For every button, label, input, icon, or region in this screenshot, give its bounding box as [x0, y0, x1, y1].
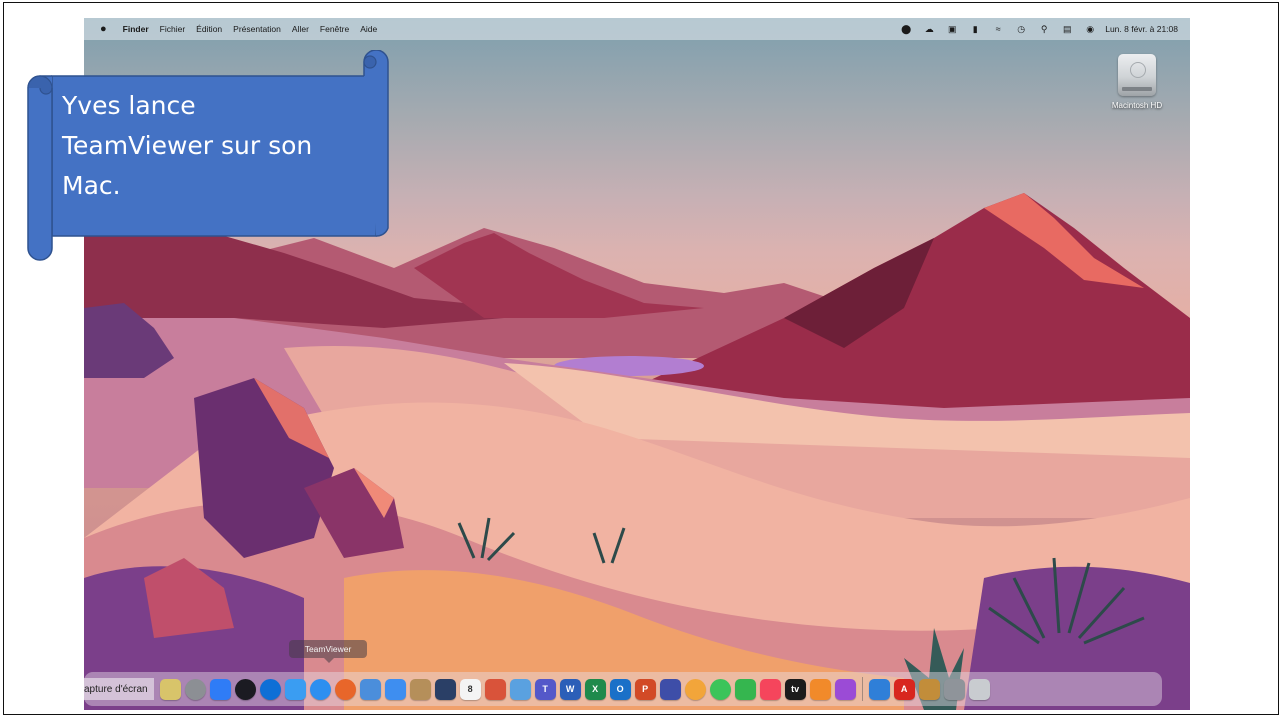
safari-icon[interactable] [309, 678, 331, 700]
disk-label: Macintosh HD [1111, 101, 1163, 110]
desktop-disk[interactable]: Macintosh HD [1092, 54, 1182, 110]
control-center-icon[interactable]: ▤ [1060, 22, 1074, 36]
excel-icon[interactable]: X [584, 678, 606, 700]
teamviewer-status-icon[interactable]: ▣ [945, 22, 959, 36]
dock-partial-label: apture d'écran [84, 678, 154, 700]
contacts-icon[interactable] [409, 678, 431, 700]
menu-aller[interactable]: Aller [292, 24, 309, 34]
wifi-icon[interactable]: ≈ [991, 22, 1005, 36]
finder-icon[interactable] [284, 678, 306, 700]
status-area: ⬤ ☁ ▣ ▮ ≈ ◷ ⚲ ▤ ◉ Lun. 8 févr. à 21:08 [890, 18, 1178, 40]
messages-icon[interactable] [709, 678, 731, 700]
downloads-stack-icon[interactable] [943, 678, 965, 700]
books-icon[interactable] [809, 678, 831, 700]
callout-text: Yves lance TeamViewer sur son Mac. [62, 91, 313, 200]
podcasts-icon[interactable] [834, 678, 856, 700]
screen-icon[interactable] [659, 678, 681, 700]
calendar-icon[interactable]: 8 [459, 678, 481, 700]
facetime-icon[interactable] [734, 678, 756, 700]
system-preferences-icon[interactable] [184, 678, 206, 700]
scroll-callout: Yves lance TeamViewer sur son Mac. [24, 49, 392, 264]
battery-icon[interactable]: ▮ [968, 22, 982, 36]
dock-tooltip: TeamViewer [289, 640, 367, 663]
menu-presentation[interactable]: Présentation [233, 24, 281, 34]
menu-fenetre[interactable]: Fenêtre [320, 24, 349, 34]
hard-drive-icon[interactable] [1118, 54, 1156, 96]
acrobat-icon[interactable]: A [893, 678, 915, 700]
photos-icon[interactable] [684, 678, 706, 700]
trash-icon[interactable] [968, 678, 990, 700]
cloud-icon[interactable]: ☁ [922, 22, 936, 36]
siri-icon[interactable]: ◉ [1083, 22, 1097, 36]
garageband-icon[interactable] [484, 678, 506, 700]
firefox-icon[interactable] [334, 678, 356, 700]
teamviewer-icon[interactable] [259, 678, 281, 700]
powerpoint-icon[interactable]: P [634, 678, 656, 700]
dock-separator [861, 677, 863, 701]
screen-record-icon[interactable]: ⬤ [899, 22, 913, 36]
menu-aide[interactable]: Aide [360, 24, 377, 34]
dock: apture d'écran 8 T W X O Ptv A [84, 672, 1162, 706]
teams-icon[interactable]: T [534, 678, 556, 700]
onedrive-icon[interactable] [868, 678, 890, 700]
music-icon[interactable] [759, 678, 781, 700]
app-store-icon[interactable] [209, 678, 231, 700]
menu-finder[interactable]: Finder [123, 24, 149, 34]
time-machine-icon[interactable]: ◷ [1014, 22, 1028, 36]
preview-photos-icon[interactable] [509, 678, 531, 700]
menu-bar: ● Finder Fichier Édition Présentation Al… [84, 18, 1190, 40]
menu-clock[interactable]: Lun. 8 févr. à 21:08 [1105, 24, 1178, 34]
speedtest-icon[interactable] [234, 678, 256, 700]
apple-icon[interactable]: ● [100, 23, 107, 35]
menu-fichier[interactable]: Fichier [160, 24, 186, 34]
mail-icon[interactable] [384, 678, 406, 700]
outlook-icon[interactable]: O [609, 678, 631, 700]
word-icon[interactable]: W [559, 678, 581, 700]
search-icon[interactable]: ⚲ [1037, 22, 1051, 36]
launchpad-icon[interactable] [159, 678, 181, 700]
apple-tv-icon[interactable]: tv [784, 678, 806, 700]
grapher-icon[interactable] [918, 678, 940, 700]
quicktime-icon[interactable] [434, 678, 456, 700]
menu-edition[interactable]: Édition [196, 24, 222, 34]
preview-icon[interactable] [359, 678, 381, 700]
